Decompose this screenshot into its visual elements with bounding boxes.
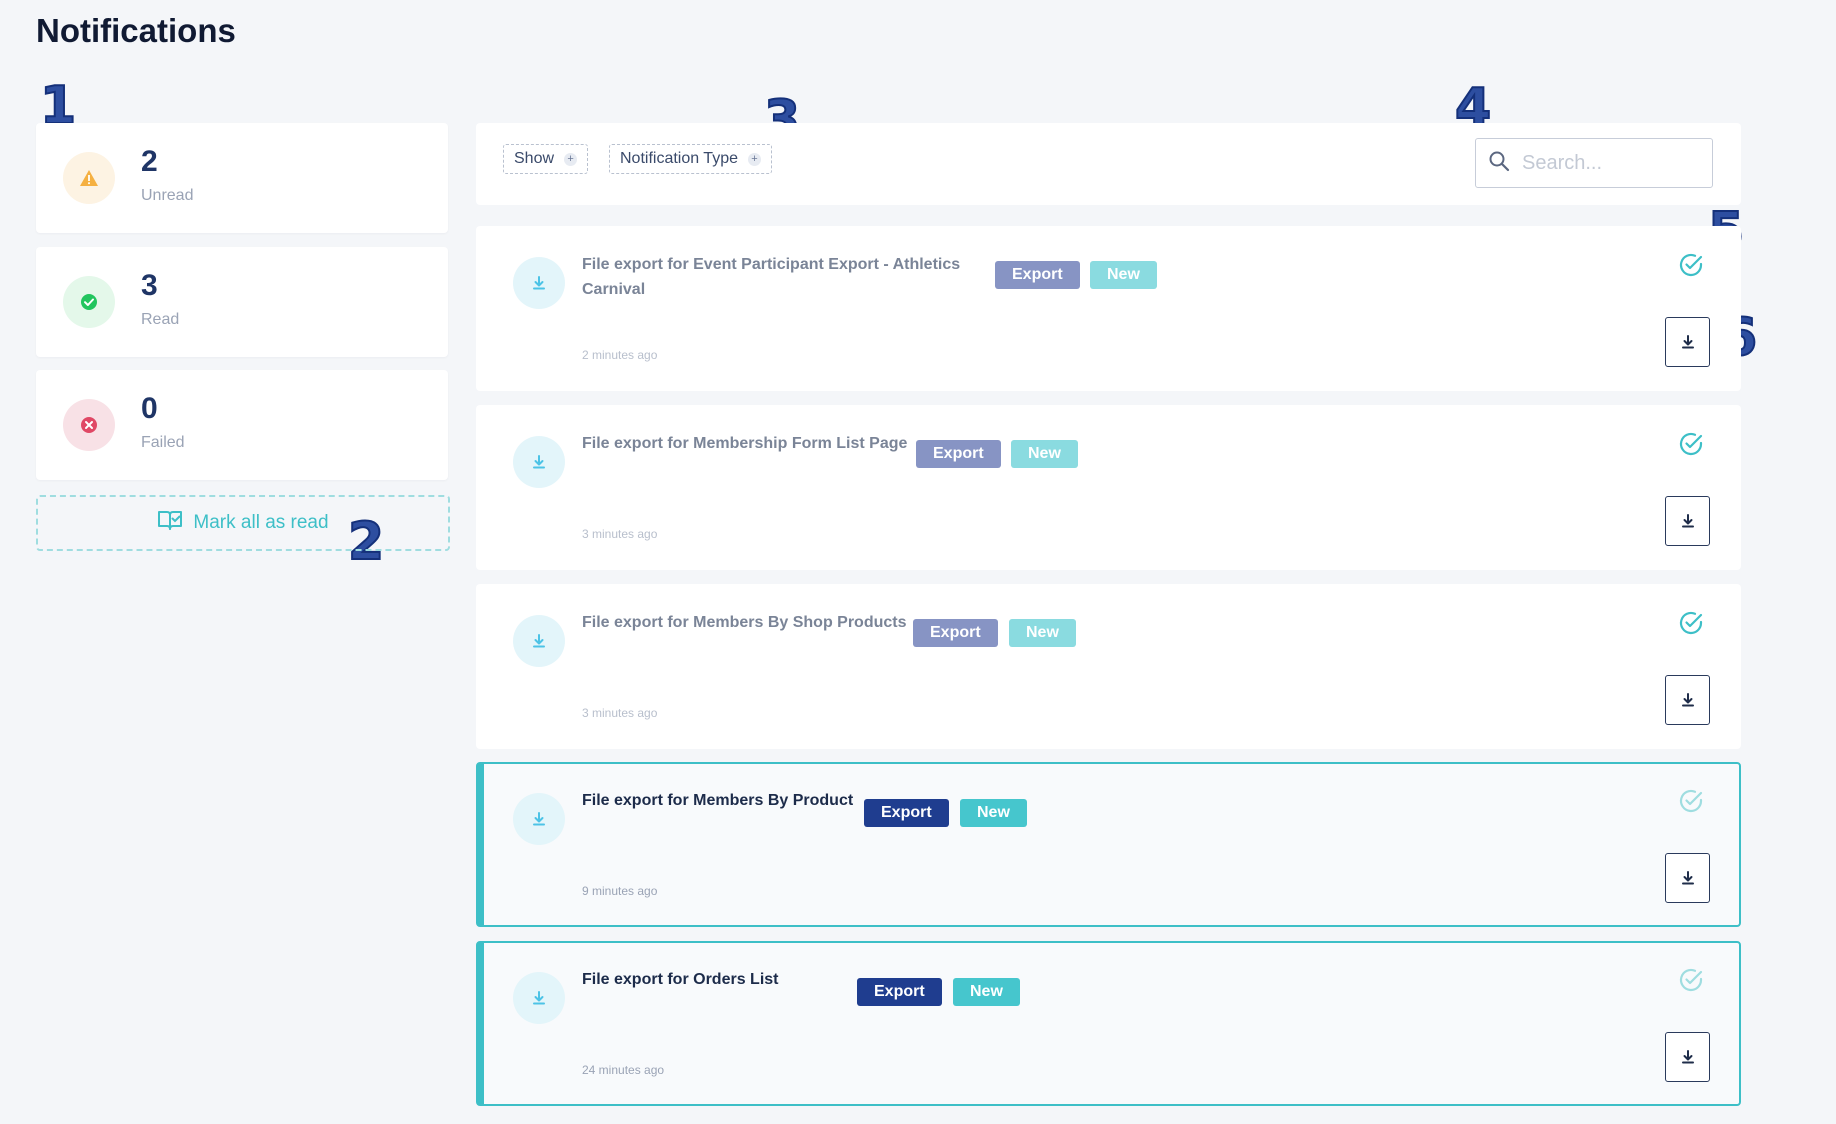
check-circle-icon	[1679, 968, 1703, 992]
notification-card-unread: File export for Members By Product Expor…	[476, 762, 1741, 927]
check-circle-icon	[63, 276, 115, 328]
page-title: Notifications	[36, 12, 236, 49]
export-badge: Export	[916, 440, 1001, 468]
check-circle-icon	[1679, 789, 1703, 813]
stat-card-unread: 2 Unread	[36, 123, 448, 233]
download-icon	[513, 436, 565, 488]
filter-bar: Show + Notification Type +	[476, 123, 1741, 205]
stat-value: 2	[141, 145, 158, 178]
download-icon	[513, 972, 565, 1024]
warning-icon	[63, 152, 115, 204]
notification-card-unread: File export for Orders List Export New 2…	[476, 941, 1741, 1106]
download-icon	[513, 257, 565, 309]
download-icon	[1681, 693, 1694, 707]
show-filter-chip[interactable]: Show +	[503, 144, 589, 174]
new-badge: New	[960, 799, 1027, 827]
notification-type-filter-chip[interactable]: Notification Type +	[609, 144, 772, 174]
check-circle-icon	[1679, 253, 1703, 277]
export-badge: Export	[864, 799, 949, 827]
mark-all-read-label: Mark all as read	[193, 512, 329, 533]
notification-card: File export for Event Participant Export…	[476, 226, 1741, 391]
download-button[interactable]	[1665, 317, 1710, 367]
show-filter-label: Show	[514, 150, 555, 167]
download-button[interactable]	[1665, 1032, 1710, 1082]
download-icon	[513, 793, 565, 845]
stat-card-read: 3 Read	[36, 247, 448, 357]
mark-read-button[interactable]	[1676, 786, 1706, 816]
mark-read-button[interactable]	[1676, 429, 1706, 459]
x-circle-icon	[63, 399, 115, 451]
search-box[interactable]	[1475, 138, 1713, 188]
export-badge: Export	[857, 978, 942, 1006]
notification-time: 24 minutes ago	[582, 1063, 665, 1077]
mark-all-read-button[interactable]: Mark all as read	[36, 495, 450, 551]
new-badge: New	[1009, 619, 1076, 647]
notification-title: File export for Event Participant Export…	[582, 256, 961, 298]
mark-read-button[interactable]	[1676, 965, 1706, 995]
mark-read-button[interactable]	[1676, 608, 1706, 638]
notification-card: File export for Members By Shop Products…	[476, 584, 1741, 749]
download-button[interactable]	[1665, 496, 1710, 546]
plus-icon: +	[748, 152, 761, 166]
notification-time: 3 minutes ago	[582, 527, 658, 541]
stat-value: 0	[141, 392, 158, 425]
download-icon	[1681, 514, 1694, 528]
new-badge: New	[1011, 440, 1078, 468]
search-icon	[1488, 150, 1510, 177]
download-icon	[513, 615, 565, 667]
check-circle-icon	[1679, 432, 1703, 456]
download-button[interactable]	[1665, 853, 1710, 903]
notification-type-filter-label: Notification Type	[620, 150, 738, 167]
notification-time: 9 minutes ago	[582, 884, 658, 898]
export-badge: Export	[913, 619, 998, 647]
mark-read-button[interactable]	[1676, 250, 1706, 280]
export-badge: Export	[995, 261, 1080, 289]
stat-card-failed: 0 Failed	[36, 370, 448, 480]
stat-label: Unread	[141, 187, 194, 204]
stat-value: 3	[141, 269, 158, 302]
search-input[interactable]	[1520, 150, 1694, 176]
check-circle-icon	[1679, 611, 1703, 635]
notification-time: 2 minutes ago	[582, 348, 658, 362]
plus-icon: +	[564, 152, 578, 166]
stat-label: Read	[141, 311, 180, 328]
notification-card: File export for Membership Form List Pag…	[476, 405, 1741, 570]
new-badge: New	[1090, 261, 1157, 289]
book-check-icon	[157, 509, 183, 537]
download-icon	[1681, 335, 1694, 349]
stat-label: Failed	[141, 434, 185, 451]
notification-time: 3 minutes ago	[582, 706, 658, 720]
new-badge: New	[953, 978, 1020, 1006]
download-button[interactable]	[1665, 675, 1710, 725]
download-icon	[1681, 1050, 1694, 1064]
download-icon	[1681, 871, 1694, 885]
